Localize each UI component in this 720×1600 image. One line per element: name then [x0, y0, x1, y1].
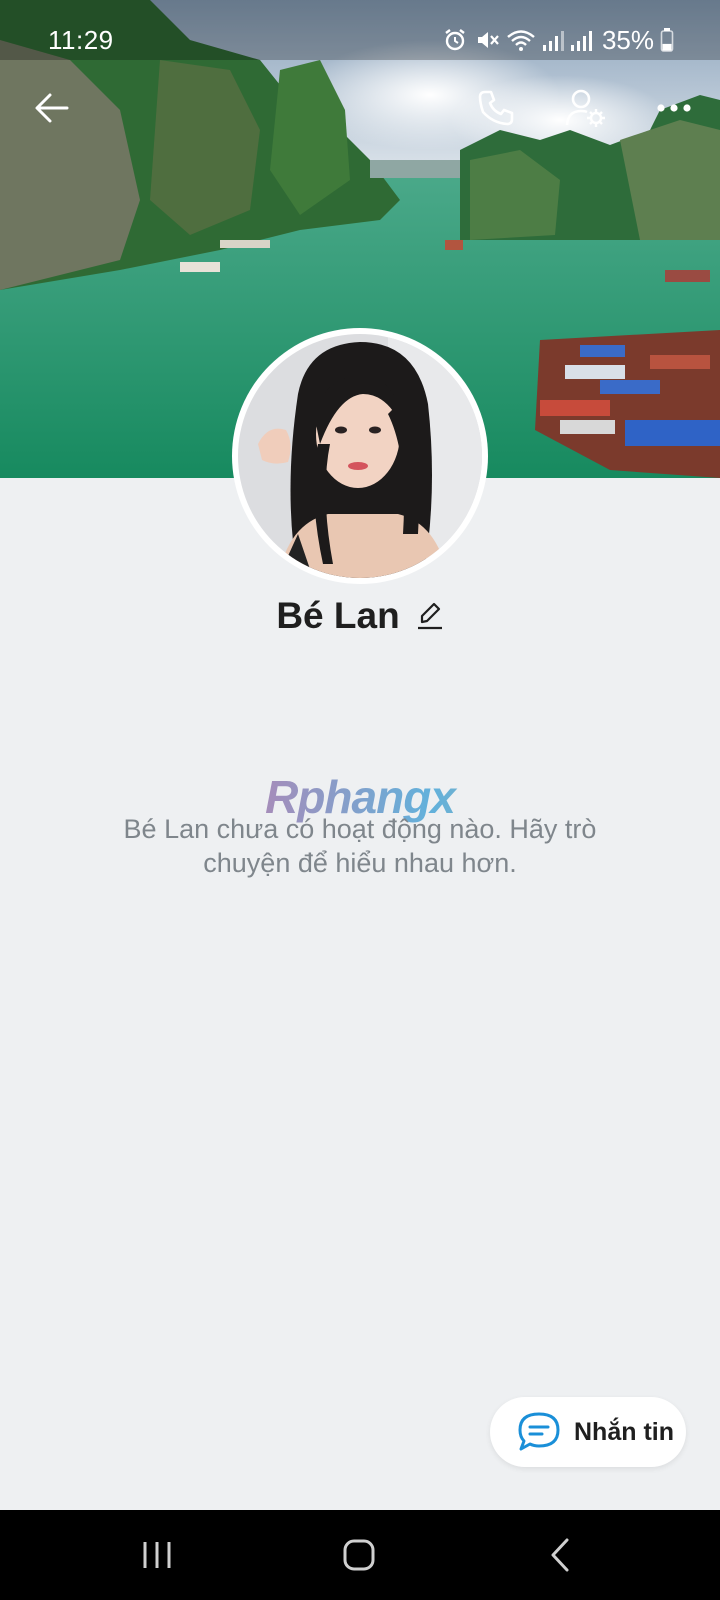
more-horizontal-icon — [657, 104, 691, 112]
mute-icon — [477, 32, 499, 48]
more-button[interactable] — [646, 80, 702, 136]
message-button[interactable]: Nhắn tin — [490, 1397, 686, 1467]
battery-icon — [660, 28, 674, 52]
profile-settings-button[interactable] — [558, 80, 614, 136]
avatar-image — [238, 334, 482, 578]
phone-icon — [478, 90, 514, 126]
signal-icon — [570, 31, 592, 51]
home-button[interactable] — [329, 1530, 389, 1580]
back-icon — [551, 1538, 569, 1572]
profile-name: Bé Lan — [276, 595, 400, 636]
system-nav-bar — [0, 1510, 720, 1600]
wifi-icon — [507, 30, 535, 51]
battery-percent: 35% — [601, 24, 654, 55]
top-action-bar — [0, 70, 720, 140]
signal-icon — [542, 31, 564, 51]
avatar[interactable] — [232, 328, 488, 584]
status-icons: 35% — [442, 25, 674, 56]
pencil-icon[interactable] — [416, 601, 444, 631]
profile-name-row: Bé Lan — [0, 586, 720, 646]
user-settings-icon — [565, 89, 605, 127]
arrow-left-icon — [35, 93, 69, 123]
avatar-portrait — [238, 334, 482, 578]
status-bar: 11:29 35% — [0, 0, 720, 80]
empty-state-message: Bé Lan chưa có hoạt động nào. Hãy trò ch… — [123, 814, 597, 878]
chat-bubble-icon — [518, 1412, 560, 1451]
recents-icon — [143, 1542, 171, 1568]
home-icon — [343, 1539, 375, 1571]
call-button[interactable] — [468, 80, 524, 136]
alarm-icon — [445, 29, 465, 51]
back-button[interactable] — [24, 80, 80, 136]
recents-button[interactable] — [127, 1530, 187, 1580]
message-button-label: Nhắn tin — [574, 1417, 674, 1446]
status-time: 11:29 — [48, 24, 114, 55]
system-back-button[interactable] — [530, 1530, 590, 1580]
